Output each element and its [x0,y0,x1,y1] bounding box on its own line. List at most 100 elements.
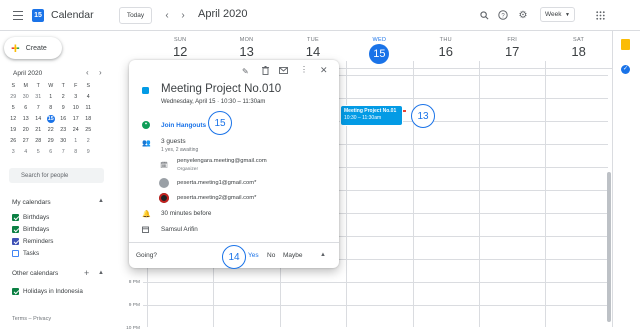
search-people-field[interactable]: Search for people [9,168,104,183]
calendar-checkbox[interactable] [12,249,19,257]
rsvp-yes-button[interactable]: Yes [248,252,259,259]
guest2-email[interactable]: peserta.meeting2@gmail.com* [177,195,256,201]
chevron-right-icon[interactable]: › [177,8,189,22]
other-calendars-chevron-icon[interactable]: ▲ [98,270,104,276]
day-number[interactable]: 15 [369,44,390,64]
mini-day[interactable]: 9 [57,104,70,112]
event-chip[interactable]: Meeting Project No.01 10:30 – 11:30am [341,106,402,125]
day-number[interactable]: 12 [147,44,213,59]
day-number[interactable]: 14 [280,44,346,59]
mini-day[interactable]: 24 [70,126,83,134]
search-icon[interactable] [478,9,490,21]
mini-day[interactable]: 1 [45,93,58,101]
mini-day[interactable]: 7 [32,104,45,112]
terms-privacy-link[interactable]: Terms – Privacy [12,316,51,322]
day-number[interactable]: 16 [413,44,479,59]
mini-day[interactable]: 17 [70,115,83,123]
guest1-email[interactable]: peserta.meeting1@gmail.com* [177,180,256,186]
mini-day[interactable]: 1 [70,137,83,145]
mini-day[interactable]: 25 [82,126,95,134]
create-button[interactable]: + Create [4,37,62,59]
mini-day[interactable]: 30 [57,137,70,145]
mini-day[interactable]: 4 [20,148,33,156]
mini-day[interactable]: 26 [7,137,20,145]
mini-day[interactable]: 2 [82,137,95,145]
mini-day[interactable]: 4 [82,93,95,101]
calendar-list-item[interactable]: Birthdays [12,211,53,223]
mini-day[interactable]: 19 [7,126,20,134]
add-calendar-plus-icon[interactable]: + [84,268,89,278]
mini-prev-icon[interactable]: ‹ [86,68,89,77]
mini-day[interactable]: 16 [57,115,70,123]
mini-day[interactable]: 29 [7,93,20,101]
mini-day[interactable]: 20 [20,126,33,134]
day-header[interactable]: TUE 14 [280,37,346,59]
mini-day[interactable]: 10 [70,104,83,112]
mini-day[interactable]: 15 [46,115,55,123]
close-icon[interactable]: ✕ [320,65,328,76]
calendar-checkbox[interactable] [12,287,19,295]
rsvp-maybe-button[interactable]: Maybe [283,252,303,259]
mini-day[interactable]: 5 [7,104,20,112]
chevron-left-icon[interactable]: ‹ [161,8,173,22]
delete-trash-icon[interactable] [262,66,269,77]
mini-day[interactable]: 5 [32,148,45,156]
mini-day[interactable]: 6 [45,148,58,156]
mini-day[interactable]: 31 [32,93,45,101]
day-header[interactable]: WED 15 [346,37,412,64]
mini-day[interactable]: 2 [57,93,70,101]
mini-day[interactable]: 8 [45,104,58,112]
my-calendars-chevron-icon[interactable]: ▲ [98,198,104,204]
day-header[interactable]: SUN 12 [147,37,213,59]
scrollbar-thumb[interactable] [607,172,611,322]
day-header[interactable]: FRI 17 [479,37,545,59]
rsvp-no-button[interactable]: No [267,252,275,259]
mini-day[interactable]: 7 [57,148,70,156]
organizer-email[interactable]: penyelengara.meeting@gmail.com [177,158,267,164]
day-number[interactable]: 13 [213,44,279,59]
mini-day[interactable]: 8 [70,148,83,156]
mini-day[interactable]: 3 [70,93,83,101]
mini-day[interactable]: 12 [7,115,20,123]
help-icon[interactable]: ? [497,9,509,21]
mini-day[interactable]: 27 [20,137,33,145]
calendar-checkbox[interactable] [12,213,19,221]
more-options-icon[interactable]: ⋮ [300,65,308,74]
mini-day[interactable]: 30 [20,93,33,101]
other-calendars-header[interactable]: Other calendars [12,270,58,277]
my-calendars-header[interactable]: My calendars [12,199,51,206]
mini-day[interactable]: 6 [20,104,33,112]
mini-day[interactable]: 18 [82,115,95,123]
today-button[interactable]: Today [119,7,152,24]
mini-day[interactable]: 28 [32,137,45,145]
rsvp-options-chevron-icon[interactable]: ▲ [320,252,326,258]
join-hangouts-link[interactable]: Join Hangouts [161,122,206,129]
mini-day[interactable]: 21 [32,126,45,134]
tasks-icon[interactable]: ✓ [621,65,630,74]
apps-grid-icon[interactable] [594,9,606,21]
mini-day[interactable]: 3 [7,148,20,156]
mini-day[interactable]: 23 [57,126,70,134]
day-number[interactable]: 18 [545,44,611,59]
mini-day[interactable]: 9 [82,148,95,156]
calendar-list-item[interactable]: Tasks [12,247,53,259]
mini-day[interactable]: 29 [45,137,58,145]
view-selector[interactable]: Week ▼ [540,7,575,22]
email-envelope-icon[interactable] [279,67,288,76]
keep-icon[interactable] [621,39,630,50]
edit-pencil-icon[interactable]: ✎ [242,67,249,76]
mini-day[interactable]: 11 [82,104,95,112]
day-header[interactable]: THU 16 [413,37,479,59]
calendar-checkbox[interactable] [12,237,19,245]
calendar-list-item[interactable]: Birthdays [12,223,53,235]
day-number[interactable]: 17 [479,44,545,59]
calendar-checkbox[interactable] [12,225,19,233]
day-header[interactable]: SAT 18 [545,37,611,59]
day-header[interactable]: MON 13 [213,37,279,59]
mini-next-icon[interactable]: › [99,68,102,77]
settings-gear-icon[interactable]: ⚙ [517,9,529,21]
mini-day[interactable]: 22 [45,126,58,134]
calendar-list-item[interactable]: Reminders [12,235,53,247]
main-menu-icon[interactable] [12,9,24,21]
mini-day[interactable]: 14 [32,115,45,123]
